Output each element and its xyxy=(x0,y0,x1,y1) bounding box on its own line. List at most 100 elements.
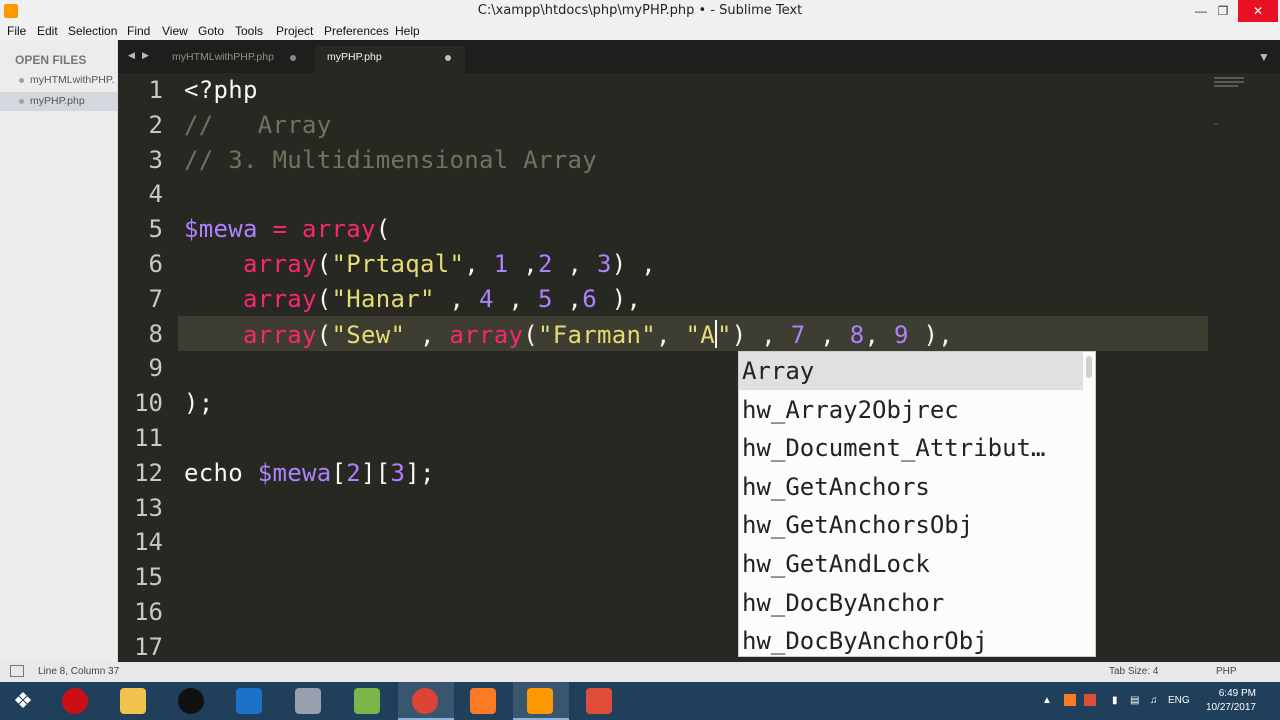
lightbulb-app-icon[interactable] xyxy=(178,688,204,714)
volume-icon[interactable]: ♫ xyxy=(1150,695,1158,706)
tray-xampp-icon[interactable] xyxy=(1064,694,1076,706)
tab-next-icon[interactable]: ▶ xyxy=(142,50,149,61)
maximize-button[interactable]: ❐ xyxy=(1210,0,1236,22)
opera-icon[interactable] xyxy=(62,688,88,714)
tab-overflow-icon[interactable]: ▼ xyxy=(1258,50,1270,64)
autocomplete-item[interactable]: Array xyxy=(739,352,1083,390)
line-number: 2 xyxy=(148,110,163,139)
menu-view[interactable]: View xyxy=(162,24,188,38)
file-dot-icon xyxy=(19,78,24,83)
menu-bar: File Edit Selection Find View Goto Tools… xyxy=(0,22,1280,40)
code-token: , xyxy=(464,250,494,278)
tab-close-icon[interactable] xyxy=(290,55,296,61)
autocomplete-item[interactable]: hw_Document_Attribut… xyxy=(739,429,1083,467)
menu-selection[interactable]: Selection xyxy=(68,24,117,38)
menu-goto[interactable]: Goto xyxy=(198,24,224,38)
code-line[interactable]: <?php xyxy=(184,76,258,104)
sidebar-file-myhtmlwithphp[interactable]: myHTMLwithPHP. xyxy=(0,71,118,90)
console-toggle-icon[interactable] xyxy=(10,665,24,677)
code-token: array xyxy=(243,250,317,278)
menu-project[interactable]: Project xyxy=(276,24,313,38)
store-icon[interactable] xyxy=(236,688,262,714)
code-token: array xyxy=(243,320,317,349)
code-line[interactable]: array("Sew" , array("Farman", "A") , 7 ,… xyxy=(184,319,953,349)
keyboard-language[interactable]: ENG xyxy=(1168,695,1190,706)
code-line[interactable]: $mewa = array( xyxy=(184,215,391,243)
code-token: 1 xyxy=(493,250,509,278)
syntax-mode[interactable]: PHP xyxy=(1216,666,1237,677)
notepad-icon[interactable] xyxy=(354,688,380,714)
file-explorer-icon[interactable] xyxy=(120,688,146,714)
menu-help[interactable]: Help xyxy=(395,24,420,38)
tab-size[interactable]: Tab Size: 4 xyxy=(1109,666,1158,677)
tab-label: myHTMLwithPHP.php xyxy=(172,51,274,63)
sidebar-file-label: myPHP.php xyxy=(30,95,85,107)
line-number: 14 xyxy=(134,528,163,557)
code-token: , xyxy=(864,320,894,349)
autocomplete-item[interactable]: hw_DocByAnchor xyxy=(739,584,1083,622)
menu-preferences[interactable]: Preferences xyxy=(324,24,389,38)
minimap[interactable] xyxy=(1208,73,1270,662)
camtasia-icon[interactable] xyxy=(586,688,612,714)
autocomplete-item[interactable]: hw_GetAnchors xyxy=(739,468,1083,506)
code-token: , xyxy=(552,250,597,278)
chrome-icon[interactable] xyxy=(412,688,438,714)
battery-icon[interactable]: ▮ xyxy=(1112,695,1118,706)
autocomplete-item[interactable]: hw_Array2Objrec xyxy=(739,391,1083,429)
menu-edit[interactable]: Edit xyxy=(37,24,58,38)
menu-tools[interactable]: Tools xyxy=(235,24,263,38)
autocomplete-item[interactable]: hw_GetAnchorsObj xyxy=(739,506,1083,544)
vertical-scrollbar[interactable] xyxy=(1270,73,1280,662)
code-token: ( xyxy=(316,284,332,313)
tab-modified-icon[interactable] xyxy=(445,55,451,61)
code-token: array xyxy=(449,320,524,349)
code-token: // Array xyxy=(184,110,332,139)
code-token: = xyxy=(257,215,302,244)
menu-find[interactable]: Find xyxy=(127,24,150,38)
xampp-icon[interactable] xyxy=(470,688,496,714)
paint-icon[interactable] xyxy=(295,688,321,714)
code-token: 3 xyxy=(597,250,612,278)
tray-recorder-icon[interactable] xyxy=(1084,694,1096,706)
tab-myhtmlwithphp[interactable]: myHTMLwithPHP.php xyxy=(160,46,310,73)
code-token: array xyxy=(302,215,376,244)
code-token: " xyxy=(717,320,732,349)
line-number: 13 xyxy=(134,493,163,522)
window-title: C:\xampp\htdocs\php\myPHP.php • - Sublim… xyxy=(477,3,803,18)
system-clock[interactable]: 6:49 PM 10/27/2017 xyxy=(1206,687,1256,715)
code-line[interactable]: array("Prtaqal", 1 ,2 , 3) , xyxy=(184,250,656,278)
code-token: ); xyxy=(184,389,214,418)
tab-prev-icon[interactable]: ◀ xyxy=(128,50,135,61)
autocomplete-item[interactable]: hw_DocByAnchorObj xyxy=(739,622,1083,656)
code-line[interactable]: ); xyxy=(184,389,214,417)
code-line[interactable]: array("Hanar" , 4 , 5 ,6 ), xyxy=(184,285,641,313)
line-number: 1 xyxy=(148,76,163,104)
close-button[interactable]: ✕ xyxy=(1238,0,1278,22)
line-number: 8 xyxy=(148,319,163,348)
open-files-header: OPEN FILES xyxy=(15,53,87,67)
minimap-line xyxy=(1214,77,1244,79)
code-line[interactable]: // Array xyxy=(184,111,332,139)
minimap-line xyxy=(1214,123,1218,125)
line-gutter: 1 2 3 4 5 6 7 8 9 10 11 12 13 14 15 16 17 xyxy=(118,73,178,662)
sublime-text-icon[interactable] xyxy=(527,688,553,714)
line-number: 11 xyxy=(134,424,163,452)
code-token: 6 xyxy=(582,284,597,313)
tray-expand-icon[interactable]: ▲ xyxy=(1042,695,1052,706)
autocomplete-scrollbar[interactable] xyxy=(1086,356,1092,378)
code-line[interactable]: echo $mewa[2][3]; xyxy=(184,459,435,487)
tab-bar: ◀ ▶ myHTMLwithPHP.php myPHP.php ▼ xyxy=(118,40,1280,73)
code-line[interactable]: // 3. Multidimensional Array xyxy=(184,146,597,174)
code-token: // 3. Multidimensional Array xyxy=(184,145,597,174)
menu-file[interactable]: File xyxy=(7,24,26,38)
windows-start-icon[interactable]: ❖ xyxy=(10,688,36,714)
tab-myphp[interactable]: myPHP.php xyxy=(315,46,465,73)
code-token: $mewa xyxy=(257,458,332,487)
autocomplete-popup[interactable]: Array hw_Array2Objrec hw_Document_Attribut… xyxy=(738,351,1096,657)
autocomplete-item[interactable]: hw_GetAndLock xyxy=(739,545,1083,583)
title-bar: C:\xampp\htdocs\php\myPHP.php • - Sublim… xyxy=(0,0,1280,22)
network-icon[interactable]: ▤ xyxy=(1130,695,1139,706)
code-token: ]; xyxy=(405,458,435,487)
code-token: ), xyxy=(597,284,642,313)
sidebar-file-myphp[interactable]: myPHP.php xyxy=(0,92,118,111)
